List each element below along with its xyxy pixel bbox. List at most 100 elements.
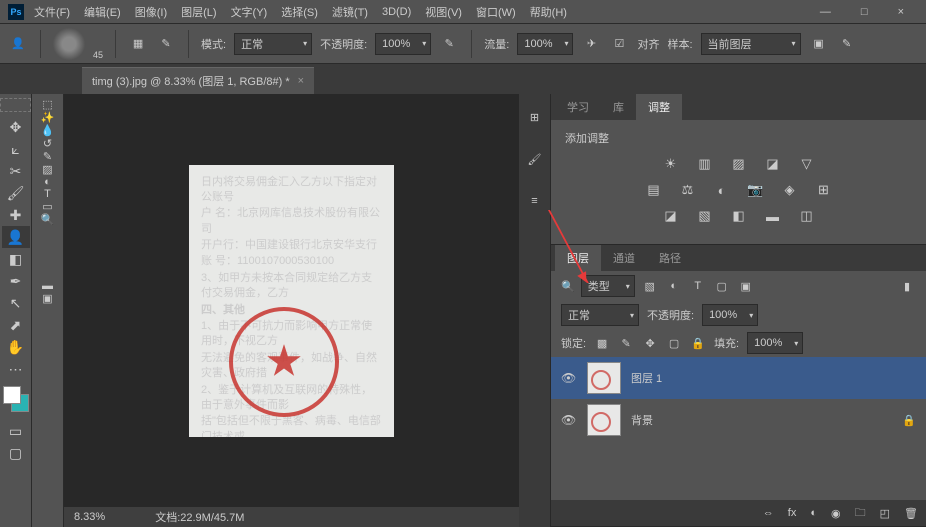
blur-tool[interactable]: ◐ [44,176,51,188]
new-layer-icon[interactable]: ◰ [880,507,890,520]
adj-photo-filter-icon[interactable]: 📷 [747,182,765,198]
lock-position-icon[interactable]: ✥ [642,335,658,351]
filter-shape-icon[interactable]: ▢ [713,278,731,294]
menu-file[interactable]: 文件(F) [34,4,70,20]
lasso-tool[interactable]: ⟀ [2,138,30,160]
zoom-tool[interactable]: 🔍 [41,213,55,226]
pen-tool[interactable]: ✒ [2,270,30,292]
filter-toggle-icon[interactable]: ▮ [898,278,916,294]
filter-adj-icon[interactable]: ◐ [665,278,683,294]
window-minimize-icon[interactable]: — [820,6,831,18]
screen-mode-2[interactable]: ▣ [42,292,52,305]
brush-tool[interactable]: 🖌 [2,182,30,204]
tab-library[interactable]: 库 [601,94,636,120]
dock-icon-1[interactable]: ⊞ [524,106,546,128]
menu-image[interactable]: 图像(I) [135,4,167,20]
tab-channels[interactable]: 通道 [601,245,647,271]
filter-kind-dropdown[interactable]: 类型 [581,275,635,297]
adj-invert-icon[interactable]: ◪ [662,208,680,224]
mask-mode-2[interactable]: ▬ [42,280,53,292]
move-tool[interactable]: ✥ [2,116,30,138]
close-tab-icon[interactable]: × [298,75,304,87]
layer-name[interactable]: 图层 1 [631,370,662,386]
filter-pixel-icon[interactable]: ▧ [641,278,659,294]
canvas[interactable]: 日内将交易佣金汇入乙方以下指定对公账号 户 名：北京网库信息技术股份有限公司 开… [64,94,519,507]
mode-dropdown[interactable]: 正常 [234,33,312,55]
brush-preview[interactable] [53,28,85,60]
adj-hue-icon[interactable]: ▤ [645,182,663,198]
adj-bw-icon[interactable]: ◐ [713,182,731,198]
hand-tool[interactable]: ✋ [2,336,30,358]
eraser-tool[interactable]: ◧ [2,248,30,270]
dock-icon-3[interactable]: ≡ [524,190,546,212]
history-brush-tool[interactable]: ↺ [43,137,52,150]
adj-channel-mixer-icon[interactable]: ◈ [781,182,799,198]
filter-smart-icon[interactable]: ▣ [737,278,755,294]
opacity-dropdown[interactable]: 100% [375,33,431,55]
zoom-level[interactable]: 8.33% [74,511,105,523]
stamp-tool[interactable]: 👤 [2,226,30,248]
brush-panel-icon[interactable]: ▦ [128,34,148,54]
adj-exposure-icon[interactable]: ◪ [764,156,782,172]
visibility-icon[interactable]: 👁 [561,413,577,427]
lock-artboard-icon[interactable]: ▢ [666,335,682,351]
airbrush-icon[interactable]: ✈ [581,34,601,54]
screen-mode[interactable]: ▢ [2,442,30,464]
menu-view[interactable]: 视图(V) [425,4,462,20]
filter-type-icon[interactable]: T [689,278,707,294]
tab-paths[interactable]: 路径 [647,245,693,271]
menu-select[interactable]: 选择(S) [281,4,318,20]
spot-heal-tool[interactable]: ✚ [2,204,30,226]
shape-tool[interactable]: ▭ [42,200,52,213]
adj-vibrance-icon[interactable]: ▽ [798,156,816,172]
window-maximize-icon[interactable]: □ [861,6,868,18]
menu-window[interactable]: 窗口(W) [476,4,516,20]
adj-levels-icon[interactable]: ▥ [696,156,714,172]
tab-layers[interactable]: 图层 [555,245,601,271]
adj-threshold-icon[interactable]: ◧ [730,208,748,224]
adj-curves-icon[interactable]: ▨ [730,156,748,172]
adj-posterize-icon[interactable]: ▧ [696,208,714,224]
foreground-color[interactable] [3,386,21,404]
layer-thumbnail[interactable] [587,404,621,436]
dock-icon-2[interactable]: 🖌 [524,148,546,170]
tab-adjustments[interactable]: 调整 [636,94,682,120]
link-layers-icon[interactable]: ⇔ [763,507,774,519]
gradient-tool[interactable]: ▨ [42,163,52,176]
marquee-tool[interactable]: ⬚ [42,98,52,111]
layer-row[interactable]: 👁 背景 🔒 [551,399,926,441]
visibility-icon[interactable]: 👁 [561,371,577,385]
search-icon[interactable]: 🔍 [561,280,575,293]
new-adjustment-icon[interactable]: ◉ [831,507,841,520]
adj-gradient-map-icon[interactable]: ▬ [764,208,782,224]
menu-help[interactable]: 帮助(H) [530,4,567,20]
new-group-icon[interactable]: 🗀 [855,504,866,523]
path-tool[interactable]: ↖ [2,292,30,314]
layer-fx-icon[interactable]: fx [788,507,797,519]
delete-layer-icon[interactable]: 🗑 [904,507,918,520]
sample-dropdown[interactable]: 当前图层 [701,33,801,55]
ellipsis-tool[interactable]: ⋯ [2,358,30,380]
layer-name[interactable]: 背景 [631,412,653,428]
tab-learn[interactable]: 学习 [555,94,601,120]
tool-preset-icon[interactable]: 👤 [8,34,28,54]
checkbox-align[interactable]: ☑ [609,34,629,54]
eyedropper-tool[interactable]: 💧 [41,124,55,137]
layer-opacity-dropdown[interactable]: 100% [702,304,758,326]
lock-all-icon[interactable]: 🔒 [690,335,706,351]
menu-layer[interactable]: 图层(L) [181,4,216,20]
menu-type[interactable]: 文字(Y) [231,4,268,20]
add-mask-icon[interactable]: ◐ [810,507,817,519]
adj-balance-icon[interactable]: ⚖ [679,182,697,198]
pressure-size-icon[interactable]: ✎ [837,34,857,54]
menu-3d[interactable]: 3D(D) [382,6,411,18]
ignore-adj-icon[interactable]: ▣ [809,34,829,54]
crop-tool[interactable]: ✂ [2,160,30,182]
document-tab[interactable]: timg (3).jpg @ 8.33% (图层 1, RGB/8#) * × [82,67,314,94]
pencil-tool[interactable]: ✎ [43,150,52,163]
blend-mode-dropdown[interactable]: 正常 [561,304,639,326]
type-tool[interactable]: T [44,188,51,200]
pressure-opacity-icon[interactable]: ✎ [439,34,459,54]
window-close-icon[interactable]: × [898,6,904,18]
lock-transparency-icon[interactable]: ▩ [594,335,610,351]
